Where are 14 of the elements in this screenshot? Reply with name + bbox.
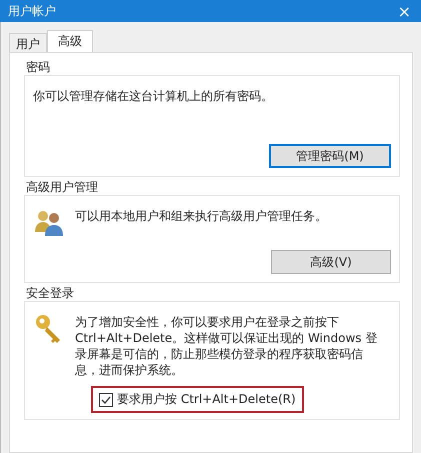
checkbox[interactable]	[99, 392, 113, 406]
description: 你可以管理存储在这台计算机上的所有密码。	[33, 88, 273, 104]
group-title: 安全登录	[25, 285, 75, 301]
description: 为了增加安全性，你可以要求用户在登录之前按下 Ctrl+Alt+Delete。这样做可以保证出现的 Windows 登录屏幕是可信的，防止那些模仿登录的程序获取密码信息，进而保护系统。	[75, 314, 378, 378]
group-button[interactable]: 管理密码(M)	[269, 144, 391, 168]
group-title: 密码	[25, 59, 51, 75]
tab[interactable]: 用户	[9, 33, 47, 52]
tab[interactable]: 高级	[47, 30, 93, 52]
group-title: 高级用户管理	[25, 179, 99, 195]
group-button[interactable]: 高级(V)	[271, 250, 391, 274]
window-title: 用户帐户	[8, 2, 56, 20]
close-button[interactable]: ×	[394, 2, 415, 20]
description: 可以用本地用户和组来执行高级用户管理任务。	[75, 208, 328, 224]
checkbox-label[interactable]: 要求用户按 Ctrl+Alt+Delete(R)	[117, 391, 296, 408]
